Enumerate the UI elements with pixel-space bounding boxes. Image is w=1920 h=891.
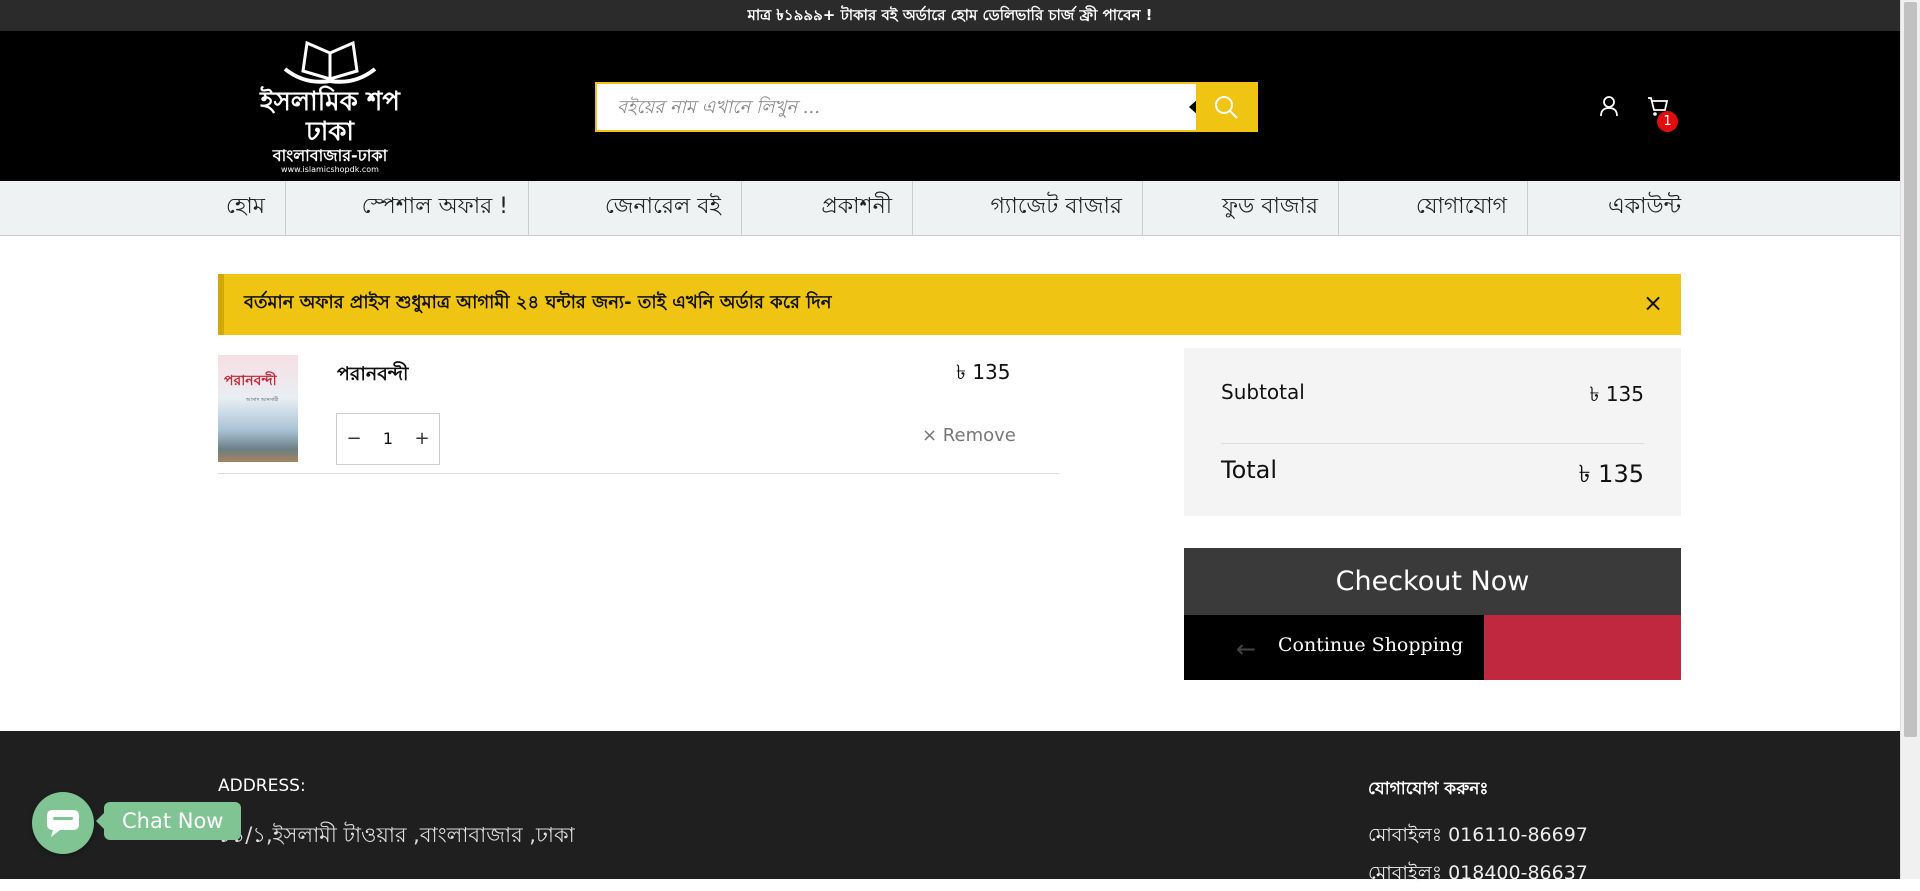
chat-bubble-icon	[47, 810, 79, 837]
nav-item-home[interactable]: হোম	[218, 181, 286, 235]
footer-contact-heading: যোগাযোগ করুনঃ	[1368, 779, 1489, 799]
quantity-value[interactable]: 1	[371, 414, 405, 464]
continue-shopping-label: Continue Shopping	[1278, 634, 1464, 656]
logo-url: www.islamicshopdk.com	[281, 165, 379, 174]
chat-widget-button[interactable]	[32, 792, 94, 854]
total-value: ৳ 135	[1578, 460, 1644, 488]
search-button[interactable]	[1196, 84, 1256, 130]
book-cover-author: আসাদ আনসারী	[246, 397, 279, 403]
announcement-bar: মাত্র ৳১৯৯৯+ টাকার বই অর্ডারে হোম ডেলিভা…	[0, 0, 1900, 31]
nav-item-account[interactable]: একাউন্ট	[1528, 181, 1681, 235]
offer-notice: বর্তমান অফার প্রাইস শুধুমাত্র আগামী ২৪ ঘ…	[218, 274, 1681, 335]
site-footer: ADDRESS: ১১/১,ইসলামী টাওয়ার ,বাংলাবাজার…	[0, 731, 1900, 884]
checkout-button[interactable]: Checkout Now	[1184, 548, 1681, 615]
close-icon[interactable]: ×	[1641, 291, 1665, 315]
arrow-left-icon: ←	[1236, 635, 1257, 663]
book-cover-title: পরানবন্দী	[224, 373, 277, 389]
quantity-increase-button[interactable]: +	[405, 414, 439, 464]
offer-notice-text: বর্তমান অফার প্রাইস শুধুমাত্র আগামী ২৪ ঘ…	[244, 292, 832, 313]
main-nav: হোম স্পেশাল অফার ! জেনারেল বই প্রকাশনী গ…	[0, 181, 1900, 236]
nav-item-contact[interactable]: যোগাযোগ	[1339, 181, 1528, 235]
nav-item-food-bazar[interactable]: ফুড বাজার	[1143, 181, 1339, 235]
logo-subtitle: বাংলাবাজার-ঢাকা	[272, 146, 388, 165]
quantity-decrease-button[interactable]: −	[337, 414, 371, 464]
search-input[interactable]	[597, 84, 1197, 130]
account-button[interactable]	[1594, 91, 1624, 121]
footer-address-heading: ADDRESS:	[218, 776, 306, 796]
nav-item-gadget-bazar[interactable]: গ্যাজেট বাজার	[913, 181, 1143, 235]
nav-item-general-books[interactable]: জেনারেল বই	[529, 181, 742, 235]
quantity-stepper: − 1 +	[336, 413, 440, 465]
footer-phone-1[interactable]: মোবাইলঃ 016110-86697	[1368, 821, 1588, 853]
product-price: ৳ 135	[956, 360, 1011, 384]
search-icon	[1215, 96, 1238, 119]
continue-shopping-button[interactable]: ← Continue Shopping	[1184, 615, 1484, 680]
product-name[interactable]: পরানবন্দী	[337, 360, 408, 392]
chat-now-label[interactable]: Chat Now	[95, 802, 242, 840]
site-header: ইসলামিক শপ ঢাকা বাংলাবাজার-ঢাকা www.isla…	[0, 31, 1900, 181]
cart-count-badge: 1	[1657, 111, 1678, 132]
remove-item-button[interactable]: × Remove	[922, 425, 1016, 446]
cart-item-row: পরানবন্দী আসাদ আনসারী পরানবন্দী ৳ 135 − …	[218, 355, 1059, 474]
announcement-text: মাত্র ৳১৯৯৯+ টাকার বই অর্ডারে হোম ডেলিভা…	[747, 6, 1153, 24]
subtotal-value: ৳ 135	[1589, 382, 1645, 406]
subtotal-row: Subtotal ৳ 135	[1221, 380, 1644, 444]
order-summary: Subtotal ৳ 135 Total ৳ 135	[1184, 348, 1681, 516]
open-book-icon	[283, 41, 377, 84]
footer-phone-2[interactable]: মোবাইলঃ 018400-86637	[1368, 859, 1588, 891]
book-cover-image[interactable]: পরানবন্দী আসাদ আনসারী	[218, 355, 298, 462]
page-scrollbar[interactable]	[1900, 0, 1920, 879]
logo-title: ইসলামিক শপ ঢাকা	[260, 87, 400, 147]
nav-item-special-offer[interactable]: স্পেশাল অফার !	[286, 181, 529, 235]
user-icon	[1600, 96, 1618, 117]
red-action-block[interactable]	[1484, 615, 1681, 680]
footer-address: ১১/১,ইসলামী টাওয়ার ,বাংলাবাজার ,ঢাকা	[218, 823, 575, 847]
scrollbar-thumb[interactable]	[1904, 2, 1917, 737]
site-logo[interactable]: ইসলামিক শপ ঢাকা বাংলাবাজার-ঢাকা www.isla…	[240, 41, 420, 174]
nav-item-publishers[interactable]: প্রকাশনী	[742, 181, 913, 235]
subtotal-label: Subtotal	[1221, 380, 1305, 404]
total-label: Total	[1221, 456, 1278, 484]
search-bar	[595, 82, 1258, 132]
